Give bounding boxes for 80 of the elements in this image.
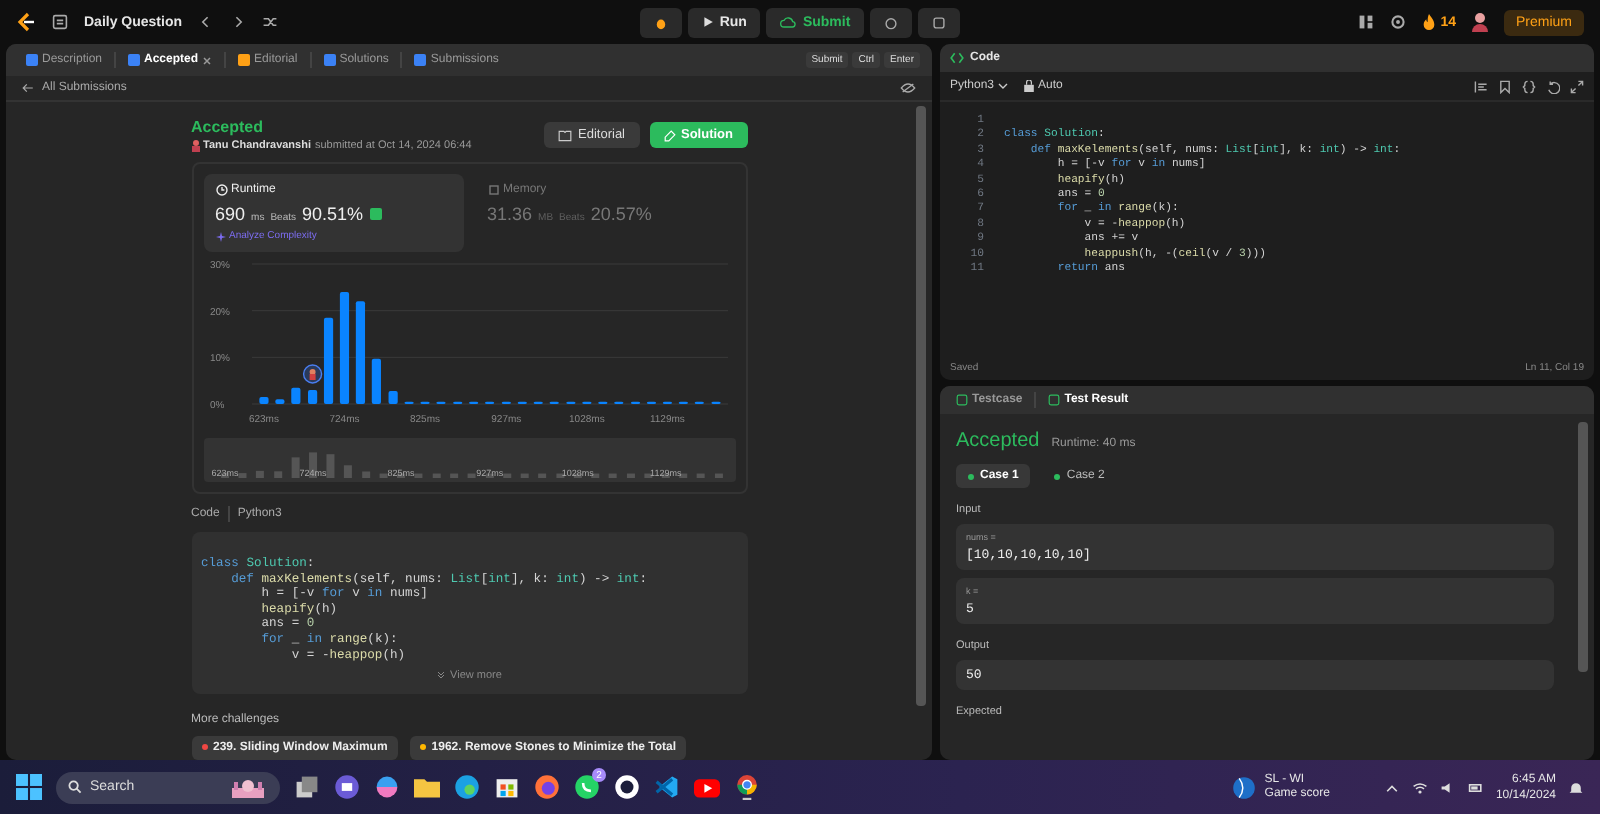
- stat-value: 690: [215, 204, 246, 224]
- battery-icon[interactable]: [1467, 779, 1484, 795]
- undo-icon[interactable]: [1546, 79, 1560, 93]
- layout-icon[interactable]: [1358, 14, 1375, 30]
- bar: [307, 390, 317, 404]
- braces-icon[interactable]: [1522, 79, 1536, 93]
- format-icon[interactable]: [1474, 79, 1488, 93]
- clock-icon: [215, 184, 227, 196]
- tab-icon: [128, 54, 141, 66]
- avatar-marker-icon: [301, 364, 322, 384]
- logo-icon[interactable]: [16, 12, 36, 32]
- video-play-icon[interactable]: [694, 774, 720, 800]
- book-icon: [558, 129, 573, 141]
- scrollbar[interactable]: [916, 106, 926, 706]
- wifi-icon[interactable]: [1411, 779, 1428, 795]
- sparkle-icon: [215, 231, 225, 241]
- chip-icon: [487, 184, 499, 196]
- search-icon: [68, 780, 82, 794]
- avatar-icon: [191, 140, 199, 152]
- tab-icon: [26, 54, 38, 66]
- notes-button[interactable]: [918, 7, 961, 37]
- alarm-icon: [884, 15, 899, 29]
- shuffle-icon[interactable]: [262, 14, 279, 30]
- note-icon: [932, 15, 947, 29]
- debug-button[interactable]: [639, 7, 682, 37]
- speaker-icon[interactable]: [1439, 779, 1456, 795]
- browser-icon[interactable]: [454, 774, 480, 800]
- browser-icon[interactable]: [734, 774, 760, 800]
- swirl-icon[interactable]: [374, 774, 400, 800]
- bug-icon: [653, 15, 668, 29]
- badge-icon: [369, 208, 382, 220]
- folder-icon[interactable]: [414, 774, 440, 800]
- code-icon: [950, 52, 964, 64]
- beats-value: 90.51%: [302, 204, 364, 224]
- fire-icon: [1422, 14, 1437, 30]
- bar: [338, 292, 349, 404]
- store-icon[interactable]: [494, 774, 520, 800]
- bar: [258, 397, 268, 404]
- stat-value: 31.36: [487, 204, 533, 224]
- bar: [274, 399, 284, 404]
- cloud-icon: [780, 15, 797, 29]
- settings-icon[interactable]: [1390, 14, 1407, 30]
- chat-icon[interactable]: [574, 774, 600, 800]
- tab-icon: [323, 54, 336, 66]
- tab-icon: [238, 54, 251, 66]
- result-status: Accepted: [956, 430, 1040, 452]
- play-icon: [701, 16, 714, 28]
- avatar-icon[interactable]: [1471, 12, 1488, 32]
- bar: [322, 317, 333, 404]
- list-icon[interactable]: [52, 14, 68, 30]
- cricket-ball-icon[interactable]: [1232, 775, 1257, 799]
- back-arrow-icon[interactable]: [22, 82, 34, 94]
- video-chat-icon[interactable]: [334, 774, 360, 800]
- close-icon[interactable]: [202, 55, 213, 65]
- bar: [387, 390, 397, 404]
- fox-browser-icon[interactable]: [534, 774, 560, 800]
- submission-status: Accepted: [191, 118, 266, 136]
- bar: [290, 387, 300, 404]
- bar: [370, 358, 380, 404]
- hidden-eye-icon[interactable]: [900, 82, 916, 94]
- terminal-icon: [1048, 394, 1061, 406]
- bar: [354, 301, 365, 404]
- code-editor-icon[interactable]: [654, 774, 680, 800]
- temple-drawing: [228, 777, 268, 797]
- expand-icon[interactable]: [1570, 79, 1584, 93]
- bookmark-icon[interactable]: [1498, 79, 1512, 93]
- checkbox-icon: [956, 394, 968, 406]
- chevron-right-icon[interactable]: [230, 14, 247, 30]
- tab-icon: [414, 54, 427, 66]
- windows-icon[interactable]: [16, 774, 42, 800]
- edit-icon: [663, 129, 675, 141]
- cat-logo-icon[interactable]: [614, 774, 640, 800]
- task-view-icon[interactable]: [294, 774, 320, 800]
- bell-icon[interactable]: [1568, 779, 1584, 795]
- lock-icon: [1024, 80, 1035, 92]
- beats-value: 20.57%: [590, 204, 652, 224]
- chevron-down-icon[interactable]: [998, 82, 1009, 90]
- alarm-button[interactable]: [870, 7, 913, 37]
- double-chevron-icon: [436, 670, 447, 681]
- scrollbar[interactable]: [1578, 422, 1588, 672]
